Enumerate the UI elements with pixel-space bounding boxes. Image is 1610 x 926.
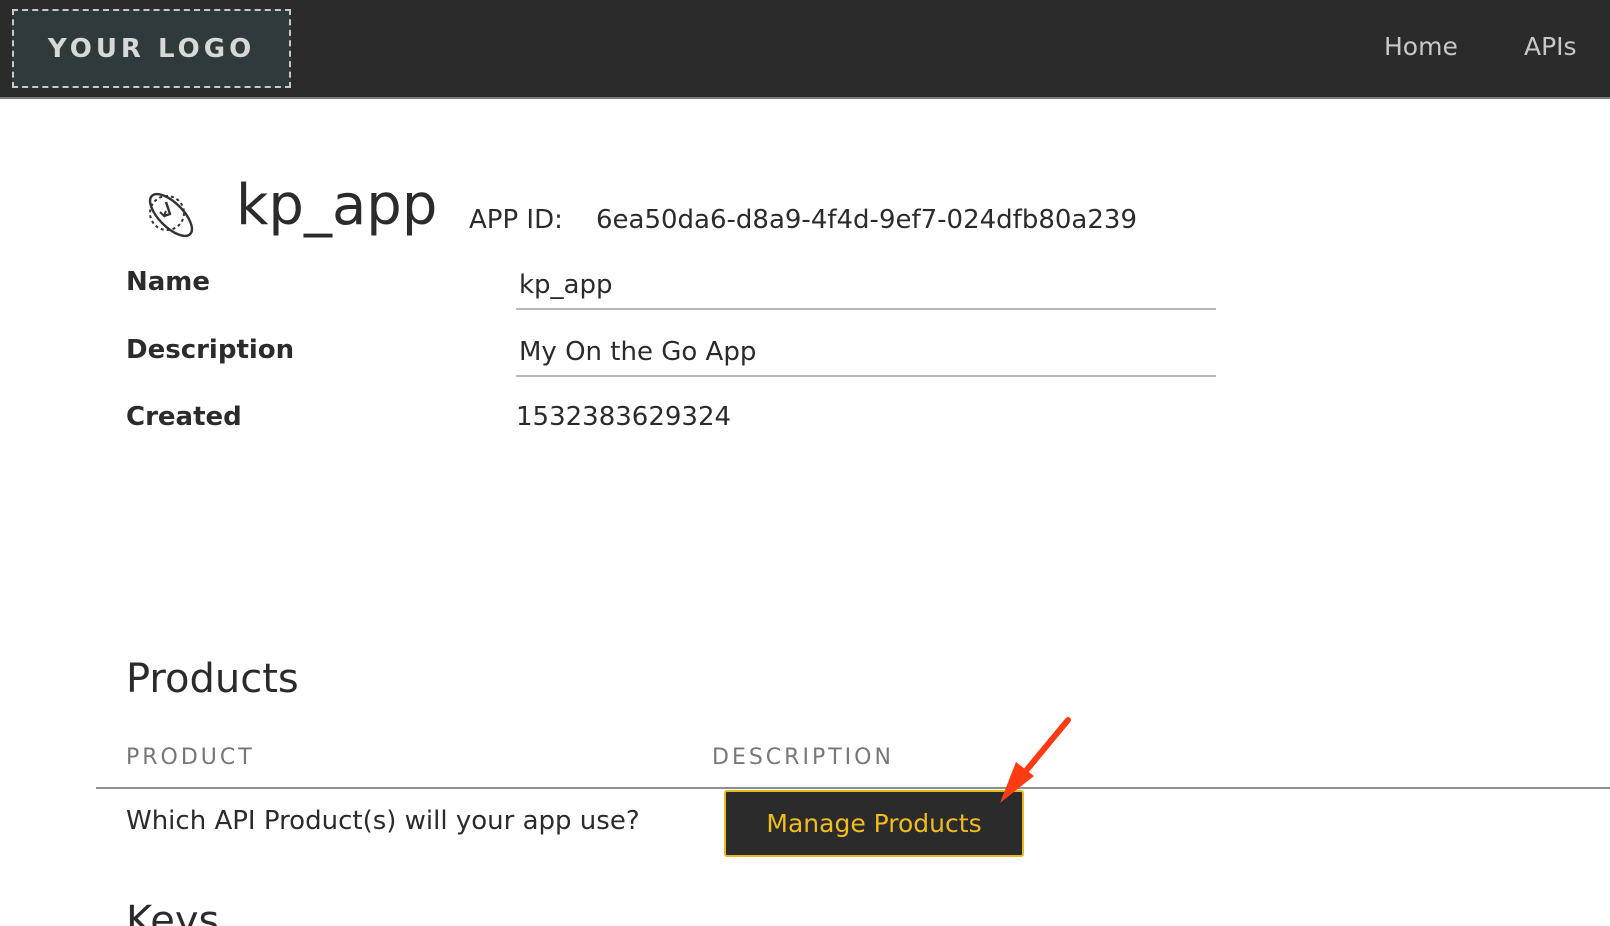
nav-apis-link[interactable]: APIs [1524,32,1577,61]
description-label: Description [126,335,295,365]
logo[interactable]: YOUR LOGO [12,9,291,88]
red-arrow-annotation-icon [1000,717,1071,803]
created-label: Created [126,402,242,432]
description-field[interactable] [516,329,1216,377]
column-header-product: PRODUCT [126,745,255,770]
app-id-label: APP ID: [469,205,563,235]
logo-text: YOUR LOGO [47,33,256,64]
keys-heading: Keys [126,898,220,926]
top-navigation-bar: YOUR LOGO Home APIs [0,0,1610,99]
app-title: kp_app [236,173,438,238]
created-value: 1532383629324 [516,402,732,432]
column-header-description: DESCRIPTION [712,745,894,770]
satellite-orbit-icon [148,192,194,238]
manage-products-button[interactable]: Manage Products [724,790,1024,857]
nav-home-link[interactable]: Home [1384,32,1458,61]
app-id-value: 6ea50da6-d8a9-4f4d-9ef7-024dfb80a239 [596,205,1137,235]
name-label: Name [126,267,211,297]
product-prompt-text: Which API Product(s) will your app use? [126,806,640,836]
name-field[interactable] [516,262,1216,310]
table-divider [96,787,1610,789]
products-heading: Products [126,656,299,702]
